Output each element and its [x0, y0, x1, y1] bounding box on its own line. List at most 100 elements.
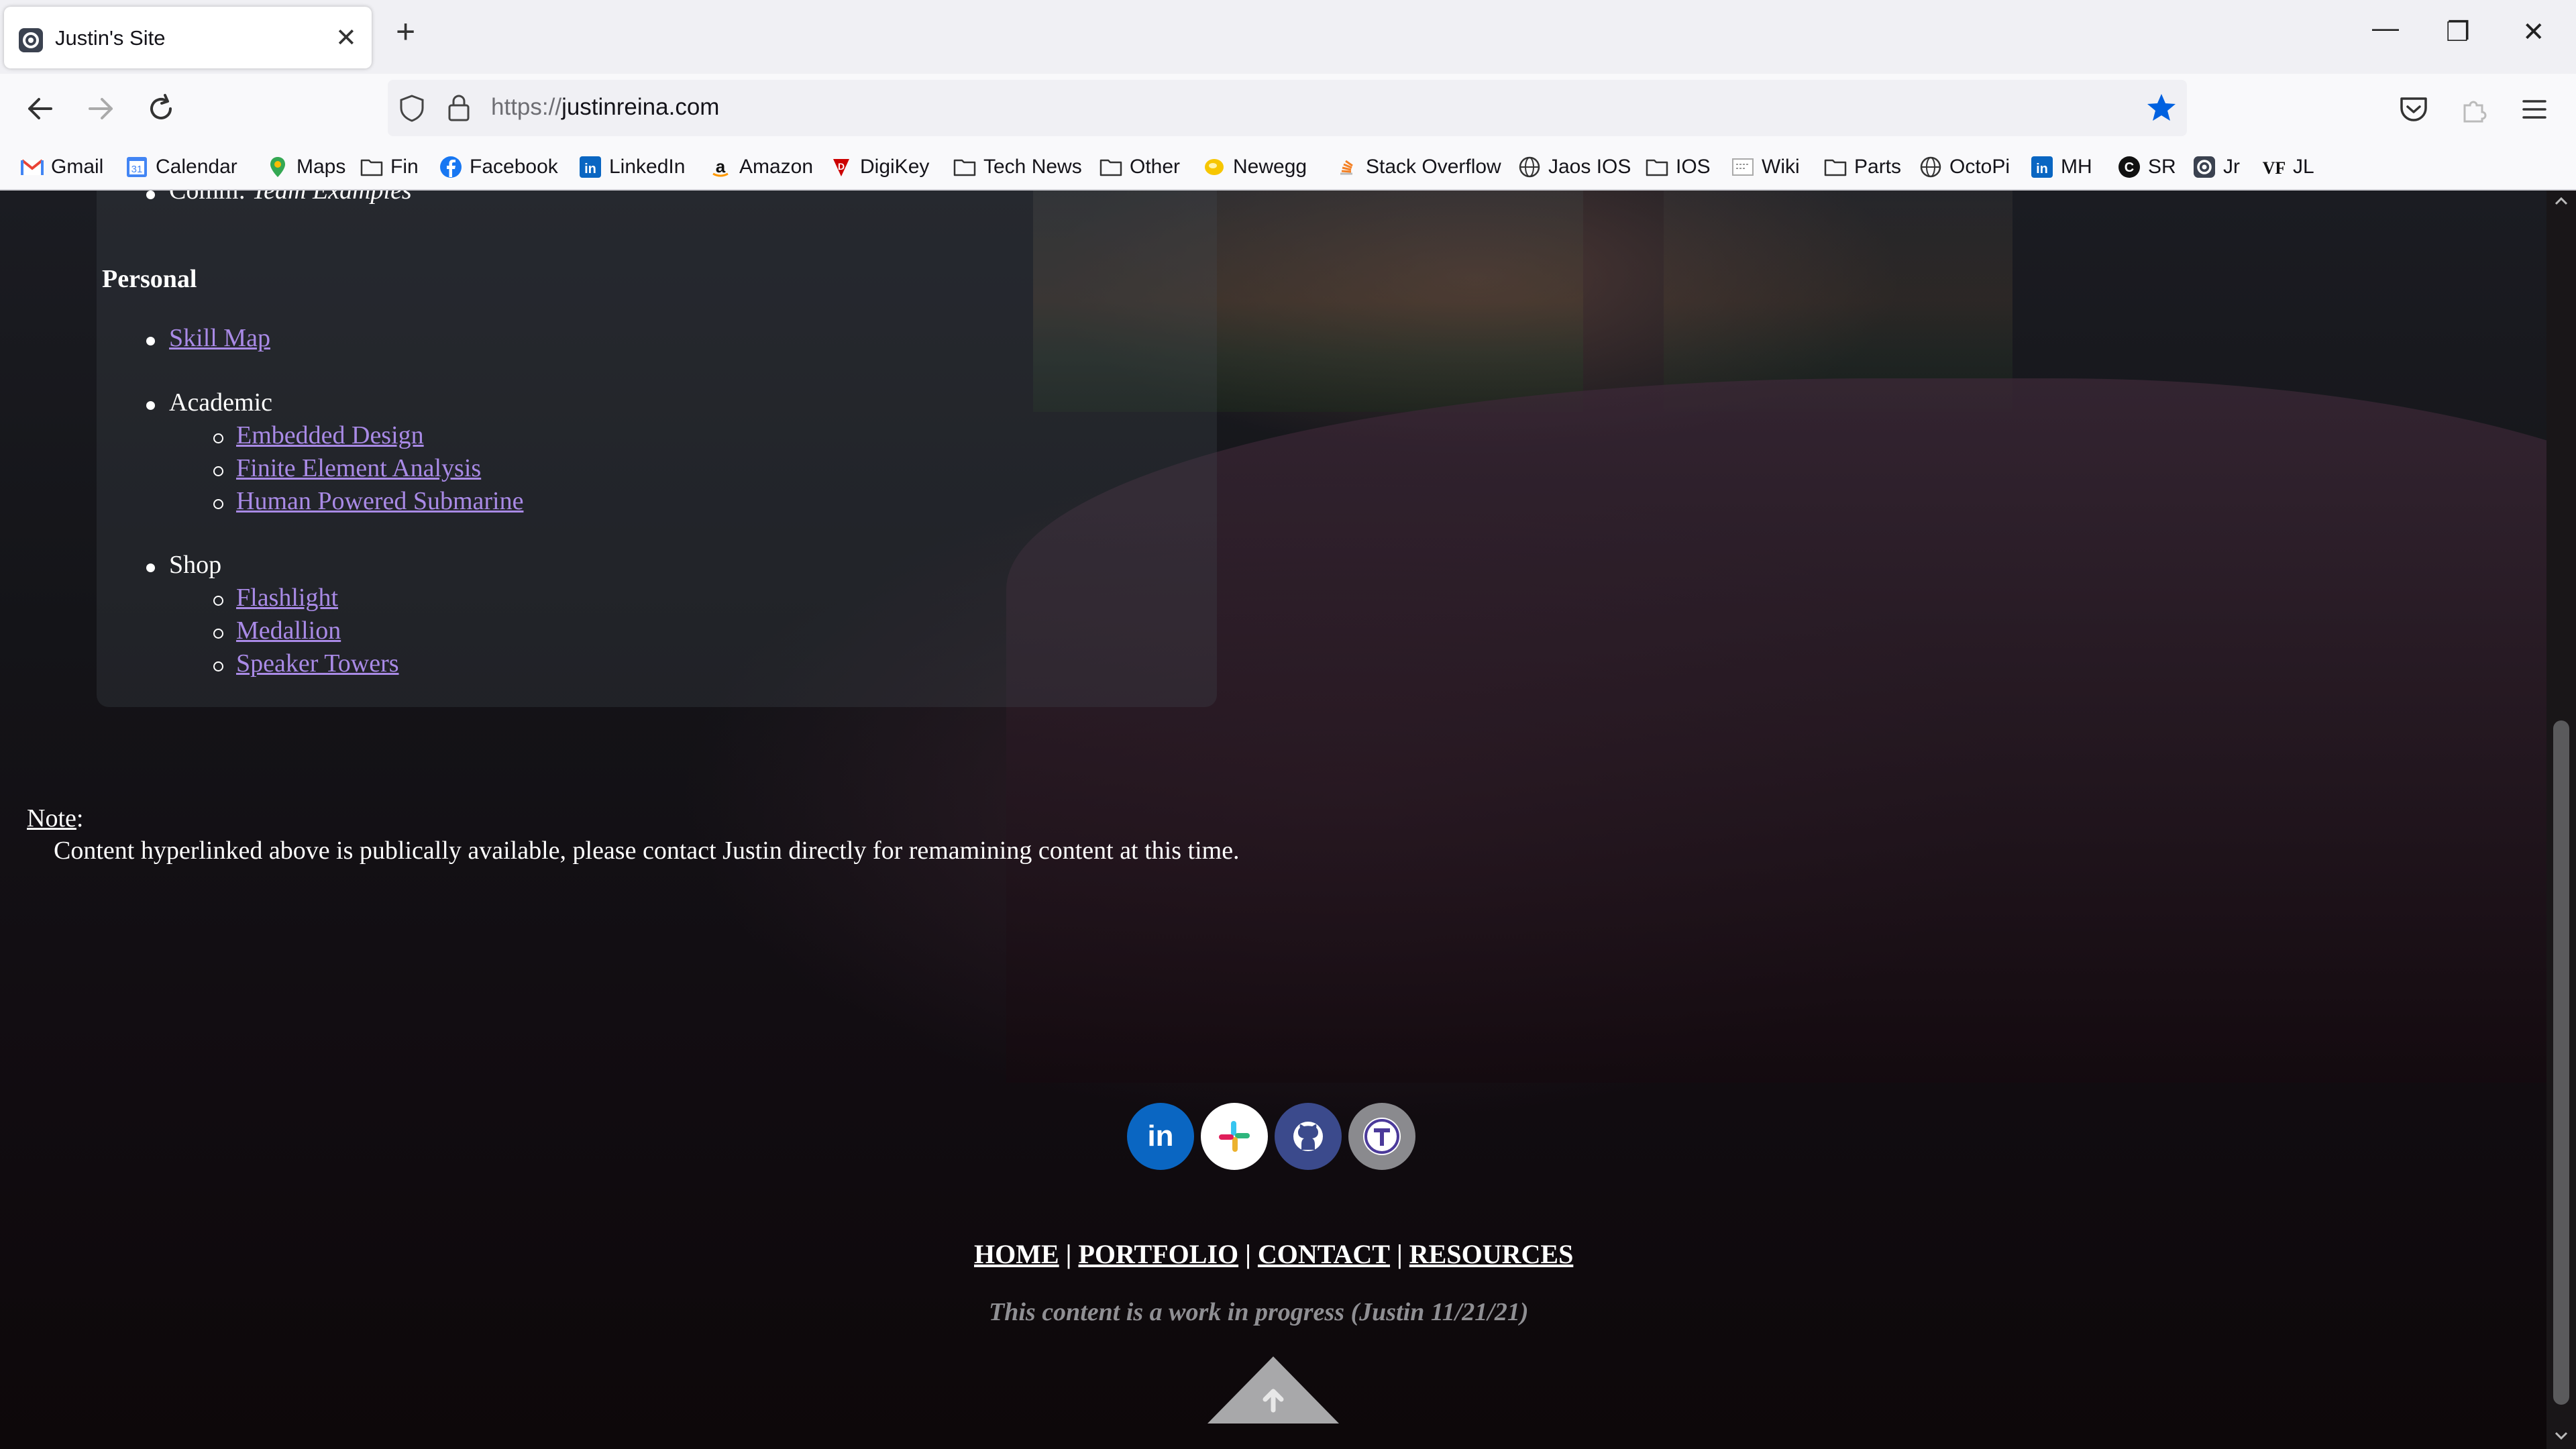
bookmark-label: SR: [2148, 156, 2176, 178]
footer-link-contact[interactable]: CONTACT: [1258, 1239, 1390, 1269]
bookmark-parts[interactable]: Parts: [1823, 152, 1901, 182]
bookmark-digikey[interactable]: D DigiKey: [829, 152, 929, 182]
bookmark-stack-overflow[interactable]: Stack Overflow: [1335, 152, 1501, 182]
bookmark-amazon[interactable]: a Amazon: [708, 152, 813, 182]
bookmark-tech-news[interactable]: Tech News: [953, 152, 1082, 182]
extensions-icon[interactable]: [2458, 93, 2490, 125]
sublist-bullet: [213, 629, 223, 639]
footer-link-resources[interactable]: RESOURCES: [1409, 1239, 1574, 1269]
url-text[interactable]: https://justinreina.com: [491, 94, 719, 121]
bookmark-label: Jaos IOS: [1548, 156, 1631, 178]
new-tab-button[interactable]: +: [396, 15, 415, 48]
svg-text:in: in: [2036, 162, 2048, 176]
bookmark-gmail[interactable]: Gmail: [20, 152, 103, 182]
forward-arrow-icon[interactable]: [80, 89, 121, 129]
window-close-button[interactable]: ✕: [2522, 19, 2545, 46]
url-host: justinreina.com: [561, 94, 720, 120]
bookmark-jl[interactable]: VF JL: [2262, 152, 2314, 182]
bookmark-star-icon[interactable]: [2145, 92, 2178, 124]
bookmark-label: MH: [2061, 156, 2092, 178]
bookmark-newegg[interactable]: Newegg: [1202, 152, 1307, 182]
link-flashlight[interactable]: Flashlight: [236, 583, 338, 612]
active-tab[interactable]: Justin's Site ✕: [4, 7, 372, 68]
link-embedded-design[interactable]: Embedded Design: [236, 421, 424, 450]
background-photo-table: [1006, 378, 2546, 1083]
link-speaker-towers[interactable]: Speaker Towers: [236, 649, 399, 678]
menu-hamburger-icon[interactable]: [2518, 93, 2551, 125]
back-arrow-icon[interactable]: [20, 89, 60, 129]
folder-icon: [360, 159, 383, 176]
list-bullet: [146, 401, 155, 410]
bookmark-calendar[interactable]: 31 Calendar: [125, 152, 237, 182]
digikey-icon: D: [833, 159, 849, 176]
scroll-down-icon[interactable]: [2553, 1428, 2569, 1444]
url-scheme: https://: [491, 94, 562, 120]
sublist-bullet: [213, 596, 223, 606]
comm-label: Comm:: [169, 191, 252, 205]
note-colon: :: [76, 804, 84, 833]
footer-link-portfolio[interactable]: PORTFOLIO: [1078, 1239, 1238, 1269]
linkedin-icon: in: [1147, 1120, 1174, 1152]
comm-italic: Team Examples: [252, 191, 412, 205]
lock-icon[interactable]: [445, 93, 472, 123]
svg-text:VF: VF: [2263, 158, 2286, 178]
bookmark-label: Stack Overflow: [1366, 156, 1501, 178]
list-bullet: [146, 564, 155, 572]
link-finite-element-analysis[interactable]: Finite Element Analysis: [236, 453, 481, 483]
bookmark-facebook[interactable]: Facebook: [439, 152, 558, 182]
bookmark-linkedin[interactable]: in LinkedIn: [578, 152, 685, 182]
address-bar[interactable]: https://justinreina.com: [388, 80, 2187, 136]
bookmark-octopi[interactable]: OctoPi: [1919, 152, 2010, 182]
scroll-up-icon[interactable]: [2553, 193, 2569, 209]
globe-icon: [1519, 156, 1540, 178]
bookmark-fin[interactable]: Fin: [360, 152, 419, 182]
bookmark-label: Calendar: [156, 156, 237, 178]
pocket-icon[interactable]: [2398, 93, 2430, 125]
note-label: Note: [27, 804, 76, 833]
list-item-academic: Academic: [169, 388, 273, 417]
folder-icon: [1099, 159, 1122, 176]
vertical-scrollbar[interactable]: [2546, 191, 2576, 1449]
github-link[interactable]: [1275, 1103, 1342, 1170]
reload-icon[interactable]: [141, 89, 181, 129]
link-medallion[interactable]: Medallion: [236, 616, 341, 645]
svg-text:D: D: [838, 161, 845, 172]
bookmark-mh[interactable]: in MH: [2030, 152, 2092, 182]
linkedin-icon: in: [580, 156, 601, 178]
bookmark-label: LinkedIn: [609, 156, 686, 178]
minimize-button[interactable]: —: [2372, 15, 2399, 42]
footer-separator: |: [1245, 1239, 1251, 1269]
tab-close-icon[interactable]: ✕: [335, 23, 357, 53]
tracking-shield-icon[interactable]: [397, 93, 427, 123]
note-heading: Note:: [27, 804, 83, 833]
gear-icon: [2194, 156, 2215, 178]
restore-button[interactable]: ❐: [2446, 19, 2470, 46]
web-page: Comm: Team Examples Personal Skill Map A…: [0, 191, 2546, 1449]
bookmark-maps[interactable]: Maps: [266, 152, 345, 182]
bookmark-label: DigiKey: [860, 156, 930, 178]
bookmark-label: JL: [2293, 156, 2314, 178]
bookmark-jr[interactable]: Jr: [2192, 152, 2240, 182]
folder-icon: [953, 159, 976, 176]
bookmark-other[interactable]: Other: [1099, 152, 1180, 182]
svg-text:a: a: [716, 156, 726, 176]
bookmark-sr[interactable]: C SR: [2117, 152, 2176, 182]
scrollbar-thumb[interactable]: [2553, 720, 2569, 1405]
bookmark-label: Other: [1130, 156, 1181, 178]
linkedin-icon: in: [2031, 156, 2053, 178]
link-skill-map[interactable]: Skill Map: [169, 323, 270, 353]
scroll-to-top-button[interactable]: [1208, 1356, 1339, 1424]
section-heading-personal: Personal: [102, 265, 197, 293]
bookmark-ios[interactable]: IOS: [1645, 152, 1711, 182]
amazon-icon: a: [712, 156, 729, 177]
linkedin-link[interactable]: in: [1127, 1103, 1194, 1170]
link-human-powered-submarine[interactable]: Human Powered Submarine: [236, 486, 523, 516]
slack-link[interactable]: [1201, 1103, 1268, 1170]
bookmark-jaos-ios[interactable]: Jaos IOS: [1517, 152, 1631, 182]
facebook-icon: [440, 156, 462, 178]
bookmark-wiki[interactable]: Wiki: [1731, 152, 1800, 182]
teams-link[interactable]: [1348, 1103, 1415, 1170]
footer-link-home[interactable]: HOME: [974, 1239, 1059, 1269]
tab-strip: Justin's Site ✕ + — ❐ ✕: [0, 0, 2576, 74]
footer-nav: HOME | PORTFOLIO | CONTACT | RESOURCES: [974, 1238, 1573, 1270]
